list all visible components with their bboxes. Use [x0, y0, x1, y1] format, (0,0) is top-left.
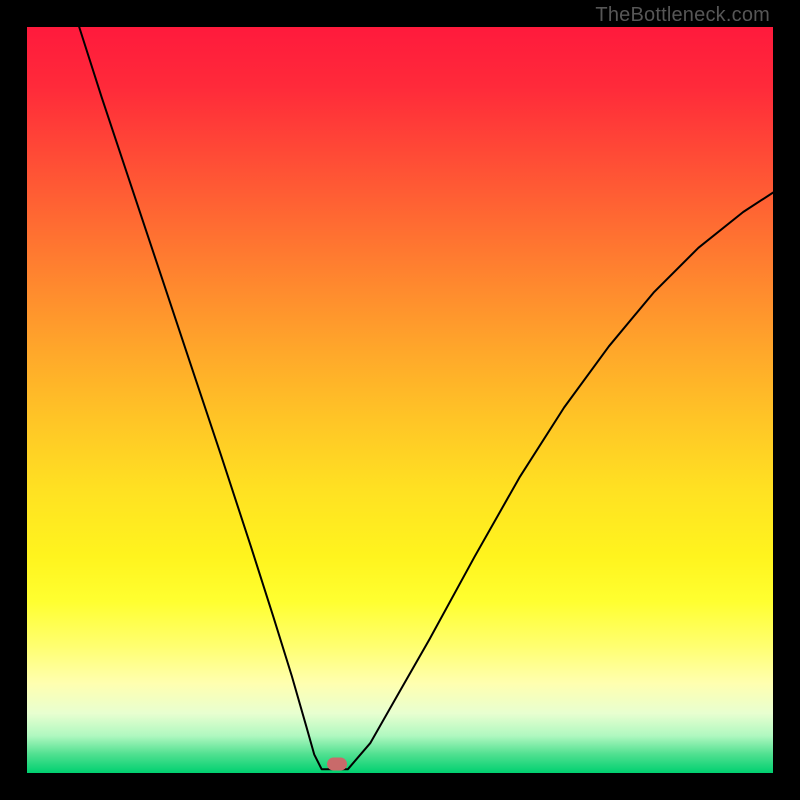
bottleneck-curve — [27, 27, 773, 773]
optimal-point-marker — [327, 758, 347, 771]
watermark-text: TheBottleneck.com — [595, 4, 770, 27]
chart-frame: TheBottleneck.com — [0, 0, 800, 800]
